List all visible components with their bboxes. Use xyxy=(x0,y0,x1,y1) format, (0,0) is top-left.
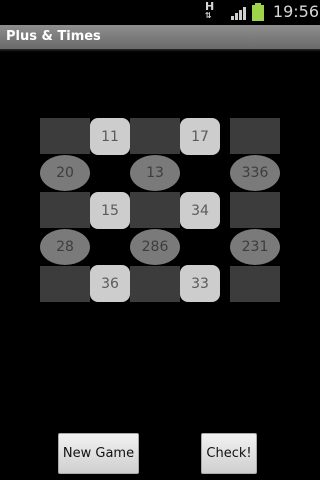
sum-cell[interactable]: 11 xyxy=(90,118,130,155)
sum-cell[interactable]: 36 xyxy=(90,265,130,302)
product-cell[interactable]: 20 xyxy=(40,155,90,191)
signal-bars-icon xyxy=(231,5,249,20)
battery-icon xyxy=(252,3,264,21)
app-title: Plus & Times xyxy=(6,29,101,44)
network-type-indicator: H ⇅ xyxy=(205,1,223,22)
product-cell[interactable]: 286 xyxy=(130,229,180,265)
sum-cell[interactable]: 15 xyxy=(90,192,130,229)
board-square[interactable] xyxy=(230,266,280,302)
check-button[interactable]: Check! xyxy=(201,433,257,474)
sum-cell[interactable]: 17 xyxy=(180,118,220,155)
sum-cell[interactable]: 34 xyxy=(180,192,220,229)
board-square[interactable] xyxy=(130,192,180,228)
board-square[interactable] xyxy=(40,192,90,228)
sum-cell[interactable]: 33 xyxy=(180,265,220,302)
board-square[interactable] xyxy=(130,118,180,154)
title-bar-shadow xyxy=(0,49,320,52)
product-cell[interactable]: 28 xyxy=(40,229,90,265)
product-cell[interactable]: 336 xyxy=(230,155,280,191)
board-square[interactable] xyxy=(40,266,90,302)
product-cell[interactable]: 13 xyxy=(130,155,180,191)
board-square[interactable] xyxy=(230,192,280,228)
board-square[interactable] xyxy=(40,118,90,154)
data-arrows-icon: ⇅ xyxy=(205,11,212,20)
status-bar: H ⇅ 19:56 xyxy=(0,0,320,25)
product-cell[interactable]: 231 xyxy=(230,229,280,265)
new-game-button[interactable]: New Game xyxy=(58,433,139,474)
app-title-bar: Plus & Times xyxy=(0,25,320,49)
board-square[interactable] xyxy=(230,118,280,154)
status-time: 19:56 xyxy=(272,2,319,21)
board-square[interactable] xyxy=(130,266,180,302)
game-board: 11 17 20 13 336 15 34 28 286 231 36 33 xyxy=(40,118,280,302)
